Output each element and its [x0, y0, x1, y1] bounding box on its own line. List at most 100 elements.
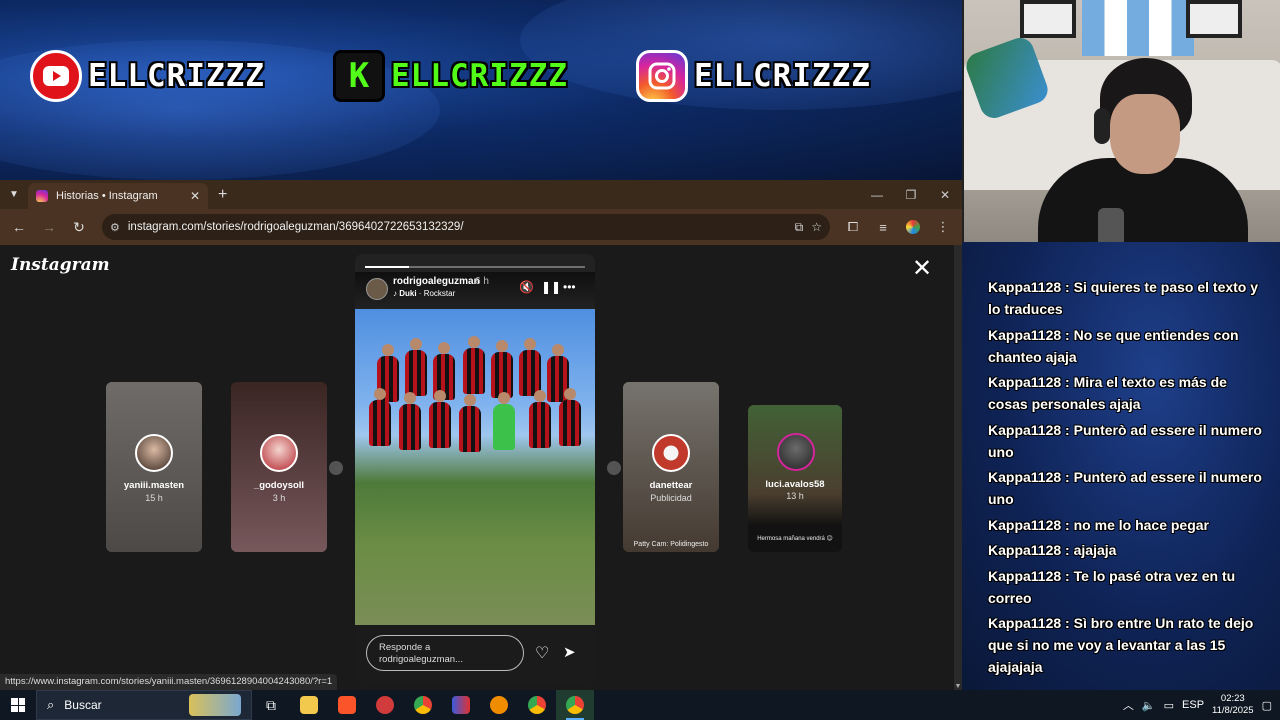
forward-button[interactable]: → [36, 214, 62, 240]
previous-story-button[interactable]: ◀ [329, 461, 343, 475]
windows-taskbar: ⌕ Buscar ⧉ ︿ 🔈 ▭ ESP 02:23 11/8/2025 ▢ [0, 690, 1280, 720]
story-avatar[interactable] [366, 278, 388, 300]
close-window-button[interactable]: ✕ [928, 180, 962, 209]
instagram-handle: ELLCRIZZZ [694, 58, 871, 94]
youtube-social: ELLCRIZZZ [30, 50, 265, 102]
taskbar-search[interactable]: ⌕ Buscar [36, 690, 252, 720]
chat-message: Kappa1128 : ajajaja [988, 542, 1117, 558]
page-viewport: Instagram ✕ yaniii.masten 15 h _godoysol… [0, 245, 962, 690]
story-time: 3 h [272, 493, 286, 503]
chat-username[interactable]: Kappa1128 [988, 542, 1061, 558]
chat-username[interactable]: Kappa1128 [988, 422, 1061, 438]
chrome-icon[interactable] [404, 690, 442, 720]
reply-input[interactable]: Responde a rodrigoaleguzman... [366, 635, 524, 671]
story-card-danettear[interactable]: danettear Publicidad Patty Cam: Poliding… [623, 382, 719, 552]
brave-browser-icon[interactable] [328, 690, 366, 720]
story-time: Publicidad [650, 493, 692, 503]
chat-username[interactable]: Kappa1128 [988, 374, 1061, 390]
more-options-icon[interactable]: ••• [563, 280, 576, 294]
url-text[interactable]: instagram.com/stories/rodrigoaleguzman/3… [128, 221, 787, 233]
avatar [260, 434, 298, 472]
streamer [1038, 58, 1248, 242]
like-heart-icon[interactable]: ♡ [535, 643, 549, 663]
app-icon[interactable] [366, 690, 404, 720]
page-scrollbar[interactable]: ▼ [954, 245, 962, 690]
send-message-icon[interactable]: ➤ [563, 643, 576, 661]
system-tray: ︿ 🔈 ▭ ESP 02:23 11/8/2025 ▢ [1123, 690, 1280, 720]
menu-kebab-icon[interactable]: ⋮ [930, 214, 956, 240]
search-icon: ⌕ [47, 697, 55, 712]
browser-toolbar: ← → ↻ ⚙ instagram.com/stories/rodrigoale… [0, 209, 962, 245]
chat-username[interactable]: Kappa1128 [988, 279, 1061, 295]
chrome-icon[interactable] [518, 690, 556, 720]
active-story[interactable]: rodrigoaleguzman 6 h ♪ Duki · Rockstar 🔇… [355, 254, 595, 682]
story-card-godoysoll[interactable]: _godoysoll 3 h [231, 382, 327, 552]
chat-username[interactable]: Kappa1128 [988, 469, 1061, 485]
story-time: 15 h [145, 493, 163, 503]
chrome-active-icon[interactable] [556, 690, 594, 720]
wall-poster [1020, 0, 1076, 38]
new-tab-button[interactable]: + [218, 186, 227, 204]
kick-handle: ELLCRIZZZ [391, 58, 568, 94]
language-indicator[interactable]: ESP [1182, 699, 1204, 711]
browser-tab[interactable]: Historias • Instagram ✕ [28, 183, 208, 209]
clock[interactable]: 02:23 11/8/2025 [1212, 693, 1254, 717]
scroll-down-icon[interactable]: ▼ [954, 683, 962, 690]
story-author[interactable]: rodrigoaleguzman [393, 276, 480, 287]
restore-button[interactable]: ❐ [894, 180, 928, 209]
fl-studio-icon[interactable] [480, 690, 518, 720]
next-story-button[interactable]: ▶ [607, 461, 621, 475]
task-view-icon[interactable]: ⧉ [252, 690, 290, 720]
chevron-up-icon[interactable]: ︿ [1123, 697, 1134, 713]
close-stories-icon[interactable]: ✕ [912, 257, 932, 281]
chat-text: ajajaja [1073, 542, 1117, 558]
chat-message: Kappa1128 : Punterò ad essere il numero … [988, 469, 1262, 507]
minimize-button[interactable]: — [860, 180, 894, 209]
close-tab-icon[interactable]: ✕ [190, 189, 200, 203]
chat-message: Kappa1128 : Si quieres te paso el texto … [988, 279, 1259, 317]
chat-message: Kappa1128 : Mira el texto es más de cosa… [988, 374, 1227, 412]
back-button[interactable]: ← [6, 214, 32, 240]
clock-date: 11/8/2025 [1212, 705, 1254, 716]
extensions-icon[interactable]: ⧠ [840, 214, 866, 240]
start-button[interactable] [0, 690, 36, 720]
clock-time: 02:23 [1220, 693, 1245, 704]
story-time: 13 h [786, 491, 804, 501]
story-card-luci-avalos58[interactable]: luci.avalos58 13 h Hermosa mañana vendrá… [748, 405, 842, 552]
youtube-handle: ELLCRIZZZ [88, 58, 265, 94]
mute-icon[interactable]: 🔇 [519, 280, 534, 294]
browser-window: ▼ Historias • Instagram ✕ + — ❐ ✕ ← → ↻ … [0, 180, 962, 690]
story-username: yaniii.masten [123, 480, 185, 491]
stream-banner: ELLCRIZZZ K ELLCRIZZZ ELLCRIZZZ [0, 0, 962, 180]
app-icon[interactable] [442, 690, 480, 720]
story-username: luci.avalos58 [765, 479, 825, 490]
instagram-social: ELLCRIZZZ [636, 50, 871, 102]
story-card-yaniii-masten[interactable]: yaniii.masten 15 h [106, 382, 202, 552]
tab-search-button[interactable]: ▼ [0, 180, 28, 209]
instagram-icon [636, 50, 688, 102]
profile-button[interactable] [900, 214, 926, 240]
chat-message: Kappa1128 : no me lo hace pegar [988, 516, 1209, 533]
kick-icon: K [333, 50, 385, 102]
chat-username[interactable]: Kappa1128 [988, 327, 1061, 343]
story-timestamp: 6 h [475, 276, 489, 287]
file-explorer-icon[interactable] [290, 690, 328, 720]
network-icon[interactable]: ▭ [1164, 699, 1174, 712]
volume-icon[interactable]: 🔈 [1142, 699, 1156, 712]
story-music[interactable]: ♪ Duki · Rockstar [393, 289, 455, 298]
instagram-logo[interactable]: Instagram [11, 255, 110, 275]
bookmark-star-icon[interactable]: ☆ [811, 220, 822, 234]
install-app-icon[interactable]: ⧉ [795, 220, 804, 235]
chat-username[interactable]: Kappa1128 [988, 568, 1061, 584]
media-control-icon[interactable]: ≡ [870, 214, 896, 240]
youtube-icon [30, 50, 82, 102]
chat-username[interactable]: Kappa1128 [988, 517, 1061, 533]
story-caption: Patty Cam: Polidingesto [633, 541, 709, 548]
reload-button[interactable]: ↻ [66, 214, 92, 240]
site-info-icon[interactable]: ⚙ [110, 221, 120, 234]
address-bar[interactable]: ⚙ instagram.com/stories/rodrigoaleguzman… [102, 214, 830, 240]
pause-icon[interactable]: ❚❚ [541, 280, 561, 294]
chat-username[interactable]: Kappa1128 [988, 615, 1061, 631]
notifications-icon[interactable]: ▢ [1262, 699, 1272, 712]
story-username: _godoysoll [253, 480, 305, 491]
